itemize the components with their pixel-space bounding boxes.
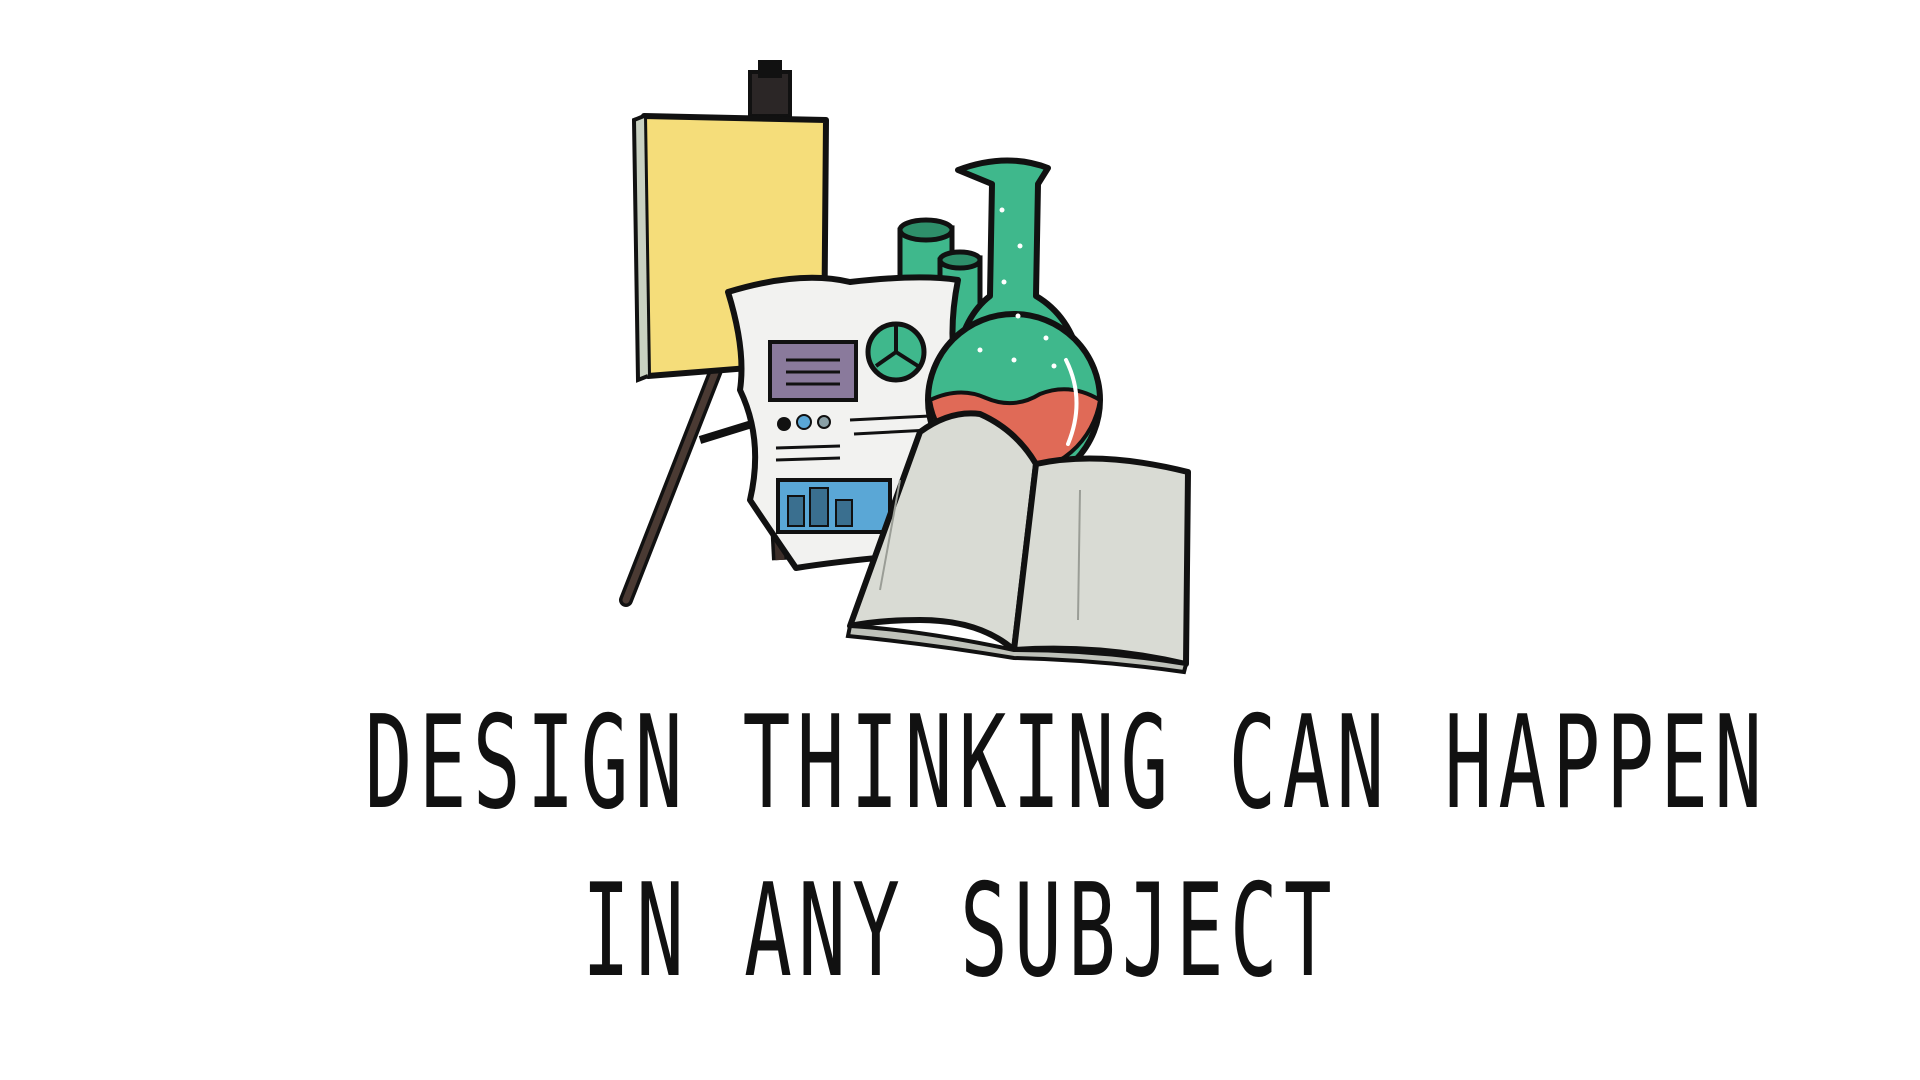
subjects-illustration — [619, 60, 1191, 675]
slide: DESIGN THINKING CAN HAPPEN IN ANY SUBJEC… — [0, 0, 1920, 1080]
pie-chart-icon — [865, 321, 927, 383]
caption-line-1: DESIGN THINKING CAN HAPPEN — [364, 689, 1769, 838]
slide-caption: DESIGN THINKING CAN HAPPEN IN ANY SUBJEC… — [0, 680, 1920, 1016]
caption-line-2: IN ANY SUBJECT — [582, 857, 1338, 1006]
